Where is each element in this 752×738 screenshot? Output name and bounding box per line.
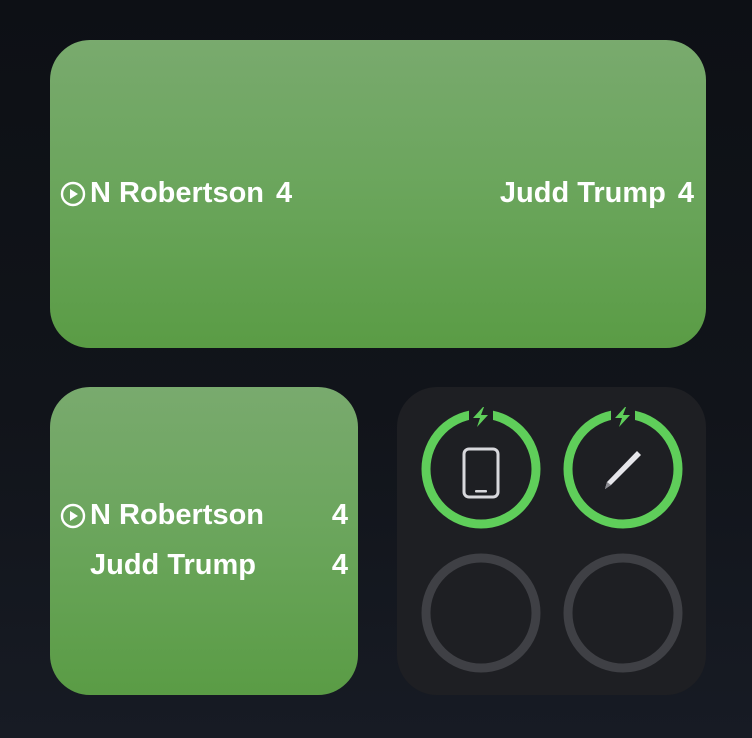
player-2-row: Judd Trump 4 bbox=[500, 179, 694, 208]
player-1-row: N Robertson 4 bbox=[60, 179, 292, 208]
player-1-name: N Robertson bbox=[90, 499, 264, 531]
apple-pencil-icon bbox=[605, 451, 641, 489]
batteries-widget[interactable] bbox=[397, 387, 706, 695]
player-1-score: 4 bbox=[276, 177, 293, 209]
player-2-score: 4 bbox=[331, 549, 348, 581]
ipad-icon bbox=[462, 447, 500, 499]
player-1-score: 4 bbox=[331, 499, 348, 531]
player-2-score: 4 bbox=[677, 177, 694, 209]
player-2-row: Judd Trump 4 bbox=[60, 551, 348, 580]
player-1-name: N Robertson bbox=[90, 177, 264, 209]
battery-ring-empty bbox=[419, 551, 543, 675]
battery-ring-empty bbox=[561, 551, 685, 675]
battery-ring-pencil bbox=[561, 407, 685, 531]
play-circle-icon bbox=[60, 503, 86, 529]
play-circle-icon bbox=[60, 181, 86, 207]
player-2-name: Judd Trump bbox=[499, 177, 666, 209]
battery-ring-ipad bbox=[419, 407, 543, 531]
score-widget-wide[interactable]: N Robertson 4 Judd Trump 4 bbox=[50, 40, 706, 348]
player-2-name: Judd Trump bbox=[90, 549, 256, 581]
player-1-row: N Robertson 4 bbox=[60, 501, 348, 530]
player-2-label: Judd Trump bbox=[60, 551, 332, 580]
player-1-label: N Robertson bbox=[60, 501, 332, 530]
score-widget-small[interactable]: N Robertson 4 Judd Trump 4 bbox=[50, 387, 358, 695]
